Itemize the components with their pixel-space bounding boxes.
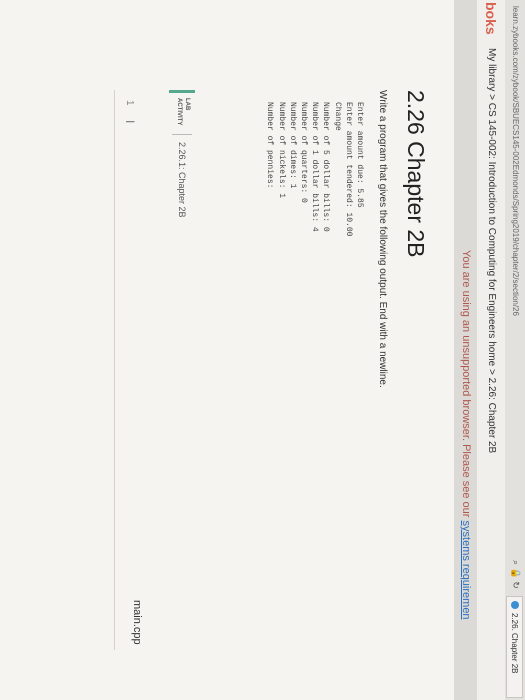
output-line: Number of pennies: [265,102,275,189]
sample-output-block: Enter amount due: 5.85 Enter amount tend… [264,102,365,236]
lock-icon: 🔒 [511,567,521,579]
zybooks-page: learn.zybooks.com/zybook/SBUECS145-002Ed… [0,0,525,700]
systems-requirements-link[interactable]: systems requiremen [460,521,472,620]
divider [172,134,192,135]
brand-logo[interactable]: boks [483,2,499,35]
output-line: Change [332,102,342,131]
tab-favicon-icon [511,601,519,609]
output-line: Enter amount tendered: 10.00 [343,102,353,237]
section-title: 2.26 Chapter 2B [403,90,429,258]
output-line: Number of 1 dollar bills: 4 [310,102,320,232]
screen: learn.zybooks.com/zybook/SBUECS145-002Ed… [0,0,525,700]
unsupported-browser-banner: You are using an unsupported browser. Pl… [454,0,477,700]
output-line: Number of 5 dollar bills: 0 [321,102,331,232]
text-cursor-icon: I [123,120,137,124]
lab-accent-bar [169,90,195,93]
browser-tab[interactable]: 2.26. Chapter 2B [506,596,523,698]
lab-activity-tag: LAB ACTIVITY [176,98,190,126]
banner-message: You are using an unsupported browser. Pl… [460,250,472,620]
url-text[interactable]: learn.zybooks.com/zybook/SBUECS145-002Ed… [511,6,520,316]
banner-text: You are using an unsupported browser. Pl… [460,250,472,518]
output-line: Number of nickels: 1 [276,102,286,199]
search-icon[interactable]: ⌕ [511,560,521,565]
address-bar-icons[interactable]: ⌕ 🔒 ↻ [510,560,521,589]
section-instructions: Write a program that gives the following… [377,90,388,388]
lab-activity-name: 2.26.1: Chapter 2B [177,142,187,218]
output-line: Number of quarters: 0 [298,102,308,203]
output-line: Number of dimes: 1 [287,102,297,189]
editor-filename[interactable]: main.cpp [131,600,143,645]
breadcrumb[interactable]: My library > CS 145-002: Introduction to… [486,48,497,453]
top-navbar: boks My library > CS 145-002: Introducti… [476,0,505,700]
editor-divider [114,90,115,650]
refresh-icon[interactable]: ↻ [511,581,521,589]
tab-title: 2.26. Chapter 2B [510,613,519,674]
output-line: Enter amount due: 5.85 [355,102,364,208]
browser-address-bar[interactable]: learn.zybooks.com/zybook/SBUECS145-002Ed… [504,0,525,700]
editor-line-number: 1 [124,100,135,106]
